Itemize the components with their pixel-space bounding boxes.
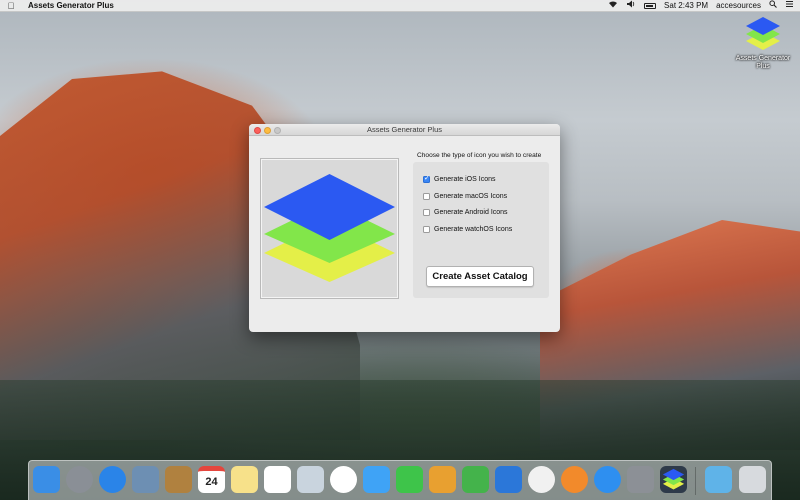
dock: 24	[28, 460, 772, 500]
contacts-icon[interactable]	[165, 466, 192, 493]
app-store-icon[interactable]	[594, 466, 621, 493]
option-android[interactable]: Generate Android Icons	[423, 207, 508, 217]
menu-bar:  Assets Generator Plus Sat 2:43 PM acce…	[0, 0, 800, 12]
icon-drop-well[interactable]	[260, 158, 399, 299]
ibooks-icon[interactable]	[561, 466, 588, 493]
assets-generator-icon[interactable]	[660, 466, 687, 493]
checkbox-ios[interactable]	[423, 174, 430, 183]
safari-icon[interactable]	[99, 466, 126, 493]
dock-separator	[695, 467, 696, 495]
option-watchos-label: Generate watchOS Icons	[434, 225, 513, 233]
photo-booth-icon[interactable]	[297, 466, 324, 493]
photos-icon[interactable]	[330, 466, 357, 493]
layers-preview-icon	[264, 174, 395, 282]
notes-icon[interactable]	[231, 466, 258, 493]
calendar-day: 24	[205, 476, 218, 488]
finder-icon[interactable]	[33, 466, 60, 493]
app-menu-title[interactable]: Assets Generator Plus	[28, 0, 114, 12]
itunes-icon[interactable]	[528, 466, 555, 493]
volume-icon[interactable]	[626, 0, 636, 12]
clock[interactable]: Sat 2:43 PM	[664, 0, 708, 12]
wifi-icon[interactable]	[608, 0, 618, 12]
create-asset-catalog-button[interactable]: Create Asset Catalog	[426, 266, 534, 287]
user-menu[interactable]: accesources	[716, 0, 761, 12]
option-watchos[interactable]: Generate watchOS Icons	[423, 224, 512, 234]
checkbox-watchos[interactable]	[423, 225, 430, 233]
app-window: Assets Generator Plus Choose the type of…	[249, 124, 560, 332]
reminders-icon[interactable]	[264, 466, 291, 493]
option-macos[interactable]: Generate macOS Icons	[423, 191, 507, 201]
assets-generator-desktop-icon	[746, 17, 780, 50]
keynote-icon[interactable]	[495, 466, 522, 493]
window-minimize-button[interactable]	[264, 127, 271, 134]
spotlight-search-icon[interactable]	[769, 0, 777, 12]
option-macos-label: Generate macOS Icons	[434, 192, 508, 200]
mail-photo-icon[interactable]	[132, 466, 159, 493]
checkbox-android[interactable]	[423, 208, 430, 216]
desktop-app-shortcut[interactable]: Assets Generator Plus	[730, 14, 796, 71]
option-ios[interactable]: Generate iOS Icons	[423, 174, 495, 184]
calendar-icon[interactable]: 24	[198, 466, 225, 493]
option-ios-label: Generate iOS Icons	[434, 175, 496, 183]
window-title: Assets Generator Plus	[366, 125, 443, 134]
facetime-icon[interactable]	[396, 466, 423, 493]
window-zoom-button[interactable]	[274, 127, 281, 134]
notification-center-icon[interactable]	[785, 0, 794, 12]
window-titlebar[interactable]: Assets Generator Plus	[249, 124, 560, 136]
option-android-label: Generate Android Icons	[434, 208, 508, 216]
system-preferences-icon[interactable]	[627, 466, 654, 493]
window-close-button[interactable]	[254, 127, 261, 134]
menu-bar-status-area: Sat 2:43 PM accesources	[608, 0, 794, 12]
messages-icon[interactable]	[363, 466, 390, 493]
desktop-app-label: Assets Generator Plus	[735, 55, 791, 70]
checkbox-macos[interactable]	[423, 192, 430, 200]
pages-icon[interactable]	[429, 466, 456, 493]
apple-menu-icon[interactable]: 	[0, 0, 22, 12]
trash-icon[interactable]	[739, 466, 766, 493]
downloads-folder-icon[interactable]	[705, 466, 732, 493]
numbers-icon[interactable]	[462, 466, 489, 493]
launchpad-icon[interactable]	[66, 466, 93, 493]
battery-icon[interactable]	[644, 3, 657, 9]
icon-type-prompt: Choose the type of icon you wish to crea…	[417, 152, 542, 159]
